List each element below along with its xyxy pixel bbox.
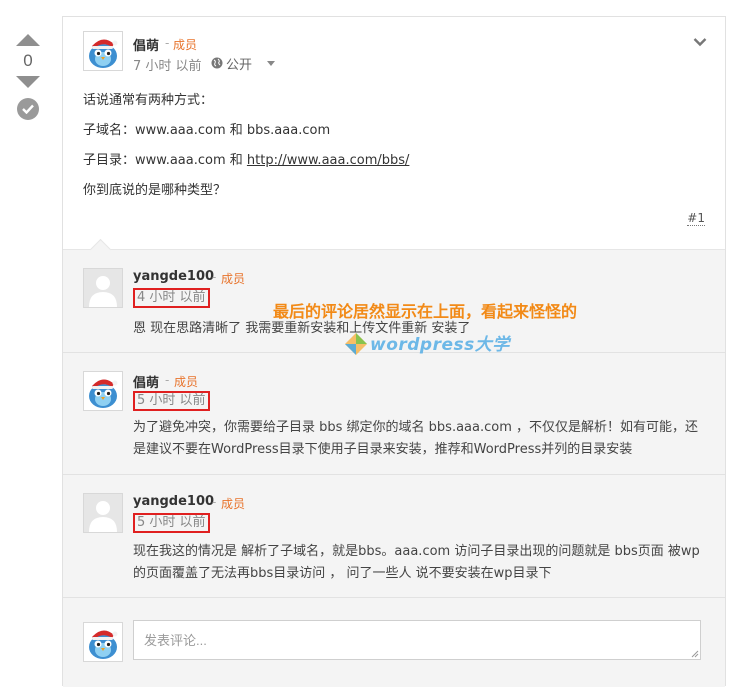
member-role: 成员 (221, 272, 246, 286)
watermark-text: wordpress大学 (370, 335, 510, 355)
reply-item: yangde100 - 成员 5 小时 以前 现在我这的情况是 解析了子域名，就… (63, 475, 725, 598)
post-line: 子域名：www.aaa.com 和 bbs.aaa.com (83, 123, 331, 138)
role-separator: - (165, 373, 170, 387)
reply-text: 为了避免冲突，你需要给子目录 bbs 绑定你的域名 bbs.aaa.com ，不… (133, 420, 699, 457)
author-name[interactable]: yangde100 (133, 494, 214, 509)
avatar[interactable] (83, 493, 123, 533)
member-role: 成员 (221, 497, 246, 511)
accept-check-icon[interactable] (17, 98, 39, 120)
comment-input[interactable] (133, 620, 701, 660)
vote-panel: 0 (12, 34, 44, 120)
avatar[interactable] (83, 31, 123, 71)
bird-avatar-icon (84, 372, 122, 410)
role-separator: - (212, 270, 217, 284)
watermark-logo-icon (345, 333, 367, 355)
comment-composer (63, 608, 725, 687)
post-line-text: 子目录：www.aaa.com 和 (83, 153, 247, 168)
post-time[interactable]: 5 小时 以前 (133, 391, 210, 411)
question-post: 倡萌 - 成员 7 小时 以前 公开 话说通常有两种方式： 子域名：www.aa… (63, 17, 725, 249)
author-name[interactable]: 倡萌 (133, 35, 159, 54)
post-permalink[interactable]: #1 (687, 211, 705, 226)
avatar[interactable] (83, 268, 123, 308)
default-user-icon (84, 494, 122, 532)
avatar (83, 622, 123, 662)
post-line: 你到底说的是哪种类型？ (83, 183, 227, 198)
member-role: 成员 (173, 38, 198, 52)
visibility-label[interactable]: 公开 (226, 54, 252, 73)
reply-text: 现在我这的情况是 解析了子域名，就是bbs。aaa.com 访问子目录出现的问题… (133, 544, 700, 581)
visibility-dropdown-icon[interactable] (267, 61, 275, 66)
post-time[interactable]: 4 小时 以前 (133, 288, 210, 308)
upvote-icon[interactable] (16, 34, 40, 46)
post-link[interactable]: http://www.aaa.com/bbs/ (247, 153, 410, 168)
default-user-icon (84, 269, 122, 307)
vote-count: 0 (23, 51, 33, 70)
role-separator: - (165, 36, 170, 50)
role-separator: - (212, 495, 217, 509)
post-line: 子目录：www.aaa.com 和 http://www.aaa.com/bbs… (83, 149, 409, 168)
reply-item: 倡萌 - 成员 5 小时 以前 为了避免冲突，你需要给子目录 bbs 绑定你的域… (63, 353, 725, 475)
chevron-down-icon[interactable] (693, 37, 707, 47)
topic-card: 倡萌 - 成员 7 小时 以前 公开 话说通常有两种方式： 子域名：www.aa… (62, 16, 726, 687)
globe-icon (211, 57, 223, 69)
author-name[interactable]: 倡萌 (133, 372, 159, 391)
post-time[interactable]: 5 小时 以前 (133, 513, 210, 533)
post-line: 话说通常有两种方式： (83, 93, 214, 108)
resize-grip-icon[interactable] (691, 650, 699, 658)
annotation-text: 最后的评论居然显示在上面，看起来怪怪的 (273, 302, 578, 321)
member-role: 成员 (174, 375, 199, 389)
avatar[interactable] (83, 371, 123, 411)
post-time[interactable]: 7 小时 以前 (133, 55, 202, 74)
replies-section: 最后的评论居然显示在上面，看起来怪怪的 wordpress大学 yangde10… (63, 238, 725, 687)
bird-avatar-icon (84, 32, 122, 70)
downvote-icon[interactable] (16, 76, 40, 88)
bird-avatar-icon (84, 623, 122, 661)
author-name[interactable]: yangde100 (133, 269, 214, 284)
